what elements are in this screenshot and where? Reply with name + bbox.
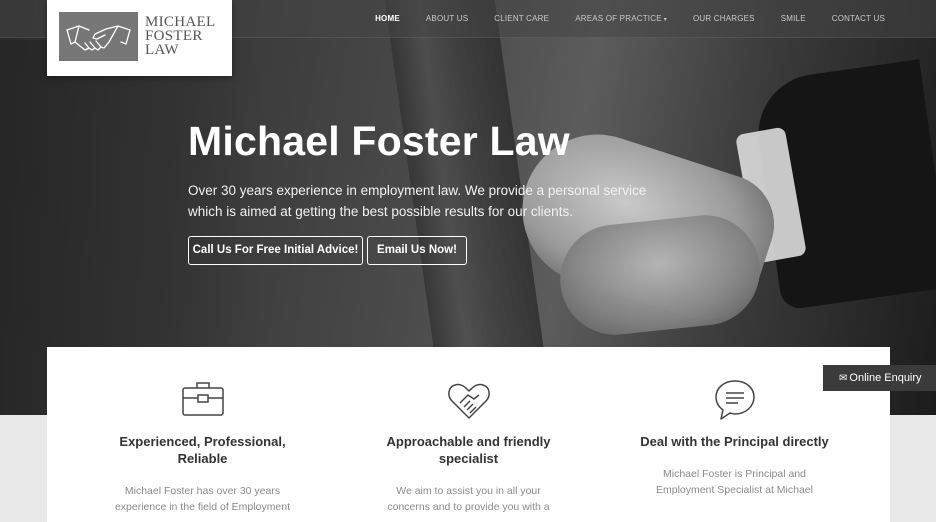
feature-text: Michael Foster has over 30 years experie… (114, 485, 291, 513)
feature-text: We aim to assist you in all your concern… (387, 485, 550, 513)
nav-item-label: AREAS OF PRACTICE (575, 14, 662, 23)
feature-title: Experienced, Professional, Reliable (119, 434, 286, 466)
logo-line-3: LAW (145, 42, 179, 58)
feature-title: Deal with the Principal directly (640, 434, 829, 449)
feature-approachable: Approachable and friendly specialist We … (328, 347, 609, 515)
logo-line-1: MICHAEL (145, 14, 216, 30)
handshake-heart-icon (447, 383, 490, 419)
call-advice-button[interactable]: Call Us For Free Initial Advice! (188, 236, 363, 265)
feature-text: Michael Foster is Principal and Employme… (656, 468, 813, 496)
site-logo[interactable]: MICHAEL FOSTER LAW (47, 0, 232, 76)
nav-item-smile[interactable]: SMILE (768, 0, 819, 38)
chevron-down-icon: ▾ (663, 17, 667, 23)
nav-item-our-charges[interactable]: OUR CHARGES (680, 0, 768, 38)
hero-title: Michael Foster Law (188, 118, 570, 164)
email-us-button[interactable]: Email Us Now! (367, 236, 467, 265)
nav-item-contact-us[interactable]: CONTACT US (819, 0, 898, 38)
features-card: Experienced, Professional, Reliable Mich… (47, 347, 890, 522)
logo-wordmark: MICHAEL FOSTER LAW (145, 14, 216, 58)
envelope-icon: ✉ (839, 373, 848, 384)
online-enquiry-label: Online Enquiry (849, 372, 922, 384)
speech-bubble-icon (714, 380, 755, 420)
briefcase-icon (181, 382, 224, 416)
feature-title: Approachable and friendly specialist (386, 434, 551, 466)
nav-item-home[interactable]: HOME (362, 0, 413, 38)
hero-subtitle: Over 30 years experience in employment l… (188, 183, 647, 219)
nav-item-client-care[interactable]: CLIENT CARE (481, 0, 562, 38)
handshake-logo-icon (59, 12, 138, 61)
nav-item-areas-of-practice[interactable]: AREAS OF PRACTICE ▾ (562, 0, 680, 38)
feature-experienced: Experienced, Professional, Reliable Mich… (62, 347, 343, 515)
nav-item-about-us[interactable]: ABOUT US (413, 0, 481, 38)
online-enquiry-button[interactable]: ✉ Online Enquiry (823, 365, 936, 391)
logo-line-2: FOSTER (145, 28, 203, 44)
